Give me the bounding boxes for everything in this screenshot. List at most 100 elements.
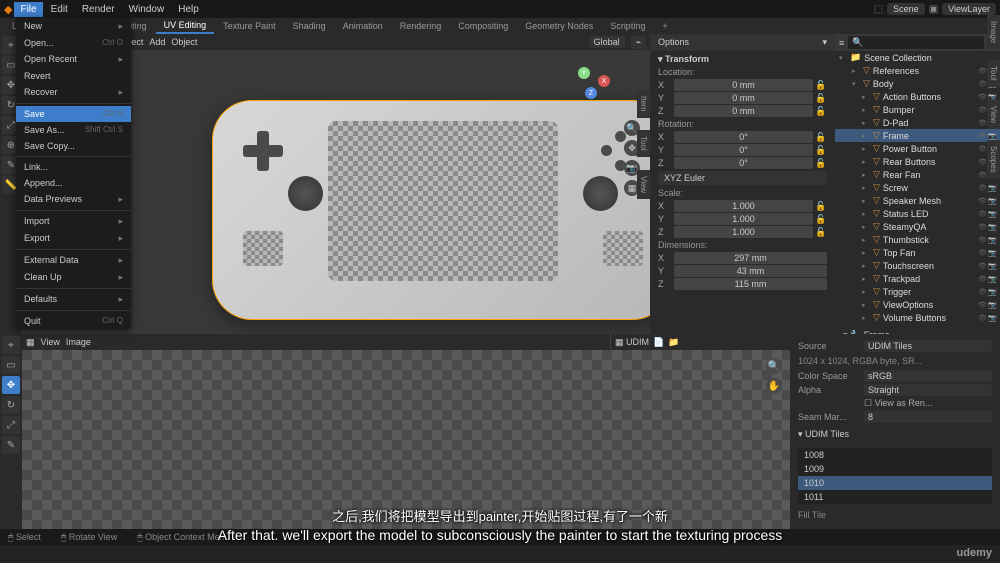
outliner-scene-collection[interactable]: ▾📁Scene Collection [835,51,1000,64]
outliner-item-rear-fan[interactable]: ▸▽Rear Fan👁📷 [835,168,1000,181]
view-tab[interactable]: View [637,170,650,199]
loc-y[interactable]: 0 mm [674,92,813,104]
lock-icon[interactable]: 🔓 [815,106,827,117]
loc-z[interactable]: 0 mm [674,105,813,117]
dim-x[interactable]: 297 mm [674,252,827,264]
outliner-item-speaker-mesh[interactable]: ▸▽Speaker Mesh👁📷 [835,194,1000,207]
scene-name-input[interactable]: Scene [887,3,925,15]
file-menu-link-[interactable]: Link... [16,159,131,175]
file-menu-open-[interactable]: Open...Ctrl O [16,35,131,51]
vp-menu-object[interactable]: Object [171,37,197,47]
file-menu-defaults[interactable]: Defaults▸ [16,291,131,308]
outliner-item-rear-buttons[interactable]: ▸▽Rear Buttons👁📷 [835,155,1000,168]
viewlayer-input[interactable]: ViewLayer [942,3,996,15]
outliner-item-viewoptions[interactable]: ▸▽ViewOptions👁📷 [835,298,1000,311]
colorspace-select[interactable]: sRGB [864,370,992,382]
outliner-item-references[interactable]: ▸▽References👁📷 [835,64,1000,77]
uv-menu-view[interactable]: View [41,337,60,347]
dim-y[interactable]: 43 mm [674,265,827,277]
tab-shading[interactable]: Shading [285,19,334,33]
uv-zoom-icon[interactable]: 🔍 [766,358,782,374]
outliner-item-volume-buttons[interactable]: ▸▽Volume Buttons👁📷 [835,311,1000,324]
lock-icon[interactable]: 🔓 [815,93,827,104]
uv-menu-image[interactable]: Image [66,337,91,347]
tab-scripting[interactable]: Scripting [602,19,653,33]
outliner-item-frame[interactable]: ▸▽Frame👁📷 [835,129,1000,142]
lock-icon[interactable]: 🔓 [815,214,827,225]
tab-uv-editing[interactable]: UV Editing [156,18,215,34]
loc-x[interactable]: 0 mm [674,79,813,91]
outliner-item-touchscreen[interactable]: ▸▽Touchscreen👁📷 [835,259,1000,272]
snap-toggle[interactable]: ⌁ [631,36,646,49]
file-menu-save-as-[interactable]: Save As...Shift Ctrl S [16,122,131,138]
gizmo-x-icon[interactable]: X [598,75,610,87]
file-menu-export[interactable]: Export▸ [16,230,131,247]
orientation-select[interactable]: Global [589,36,625,48]
image-selector[interactable]: ▦ UDIM [615,337,649,348]
gizmo-z-icon[interactable]: Z [585,87,597,99]
outliner-item-thumbstick[interactable]: ▸▽Thumbstick👁📷 [835,233,1000,246]
lock-icon[interactable]: 🔓 [815,227,827,238]
outliner-type-icon[interactable]: ≡ [839,38,844,48]
image-tab[interactable]: Image [987,15,1000,49]
tool-tab[interactable]: Tool [637,130,650,157]
file-menu-external-data[interactable]: External Data▸ [16,252,131,269]
outliner-item-d-pad[interactable]: ▸▽D-Pad👁📷 [835,116,1000,129]
tab-add[interactable]: + [654,19,675,33]
uv-tool-cursor[interactable]: ⌖ [2,336,20,354]
rotation-mode[interactable]: XYZ Euler [658,171,827,185]
scale-y[interactable]: 1.000 [674,213,813,225]
tool-tab-uv[interactable]: Tool [987,60,1000,87]
tab-animation[interactable]: Animation [335,19,391,33]
udim-tile-1011[interactable]: 1011 [798,490,992,504]
vp-menu-add[interactable]: Add [149,37,165,47]
outliner-item-steamyqa[interactable]: ▸▽SteamyQA👁📷 [835,220,1000,233]
menu-file[interactable]: File [14,2,42,17]
outliner-item-status-led[interactable]: ▸▽Status LED👁📷 [835,207,1000,220]
uv-editor-type[interactable]: ▦ [26,337,35,348]
menu-edit[interactable]: Edit [45,2,74,17]
rot-z[interactable]: 0° [674,157,813,169]
seam-margin-value[interactable]: 8 [864,411,992,423]
file-menu-open-recent[interactable]: Open Recent▸ [16,51,131,68]
udim-tile-1009[interactable]: 1009 [798,462,992,476]
new-image-icon[interactable]: 📄 [653,337,664,348]
lock-icon[interactable]: 🔓 [815,132,827,143]
file-menu-save-copy-[interactable]: Save Copy... [16,138,131,154]
alpha-select[interactable]: Straight [864,384,992,396]
nav-gizmo[interactable]: X Y Z [570,65,615,110]
rot-y[interactable]: 0° [674,144,813,156]
file-menu-quit[interactable]: QuitCtrl Q [16,313,131,329]
outliner-item-screw[interactable]: ▸▽Screw👁📷 [835,181,1000,194]
lock-icon[interactable]: 🔓 [815,158,827,169]
outliner-search[interactable]: 🔍 [848,36,984,49]
file-menu-data-previews[interactable]: Data Previews▸ [16,191,131,208]
outliner-item-power-button[interactable]: ▸▽Power Button👁📷 [835,142,1000,155]
scale-x[interactable]: 1.000 [674,200,813,212]
transform-header[interactable]: Transform [665,54,709,64]
lock-icon[interactable]: 🔓 [815,201,827,212]
tab-rendering[interactable]: Rendering [392,19,450,33]
rot-x[interactable]: 0° [674,131,813,143]
menu-window[interactable]: Window [123,2,171,17]
gizmo-y-icon[interactable]: Y [578,67,590,79]
uv-tool-move[interactable]: ✥ [2,376,20,394]
view-as-render[interactable]: View as Ren... [875,398,933,408]
menu-render[interactable]: Render [76,2,121,17]
item-tab[interactable]: Item [637,90,650,118]
uv-tool-scale[interactable]: ⤢ [2,416,20,434]
udim-tiles-header[interactable]: UDIM Tiles [805,429,849,439]
tab-geometry-nodes[interactable]: Geometry Nodes [517,19,601,33]
udim-tile-1008[interactable]: 1008 [798,448,992,462]
uv-tool-rotate[interactable]: ↻ [2,396,20,414]
tab-compositing[interactable]: Compositing [450,19,516,33]
menu-help[interactable]: Help [172,2,205,17]
scopes-tab[interactable]: Scopes [987,140,1000,179]
file-menu-append-[interactable]: Append... [16,175,131,191]
uv-canvas[interactable]: 🔍 ✋ [22,350,790,529]
file-menu-new[interactable]: New▸ [16,18,131,35]
uv-tool-annotate[interactable]: ✎ [2,436,20,454]
outliner-item-bumper[interactable]: ▸▽Bumper👁📷 [835,103,1000,116]
dim-z[interactable]: 115 mm [674,278,827,290]
file-menu-revert[interactable]: Revert [16,68,131,84]
